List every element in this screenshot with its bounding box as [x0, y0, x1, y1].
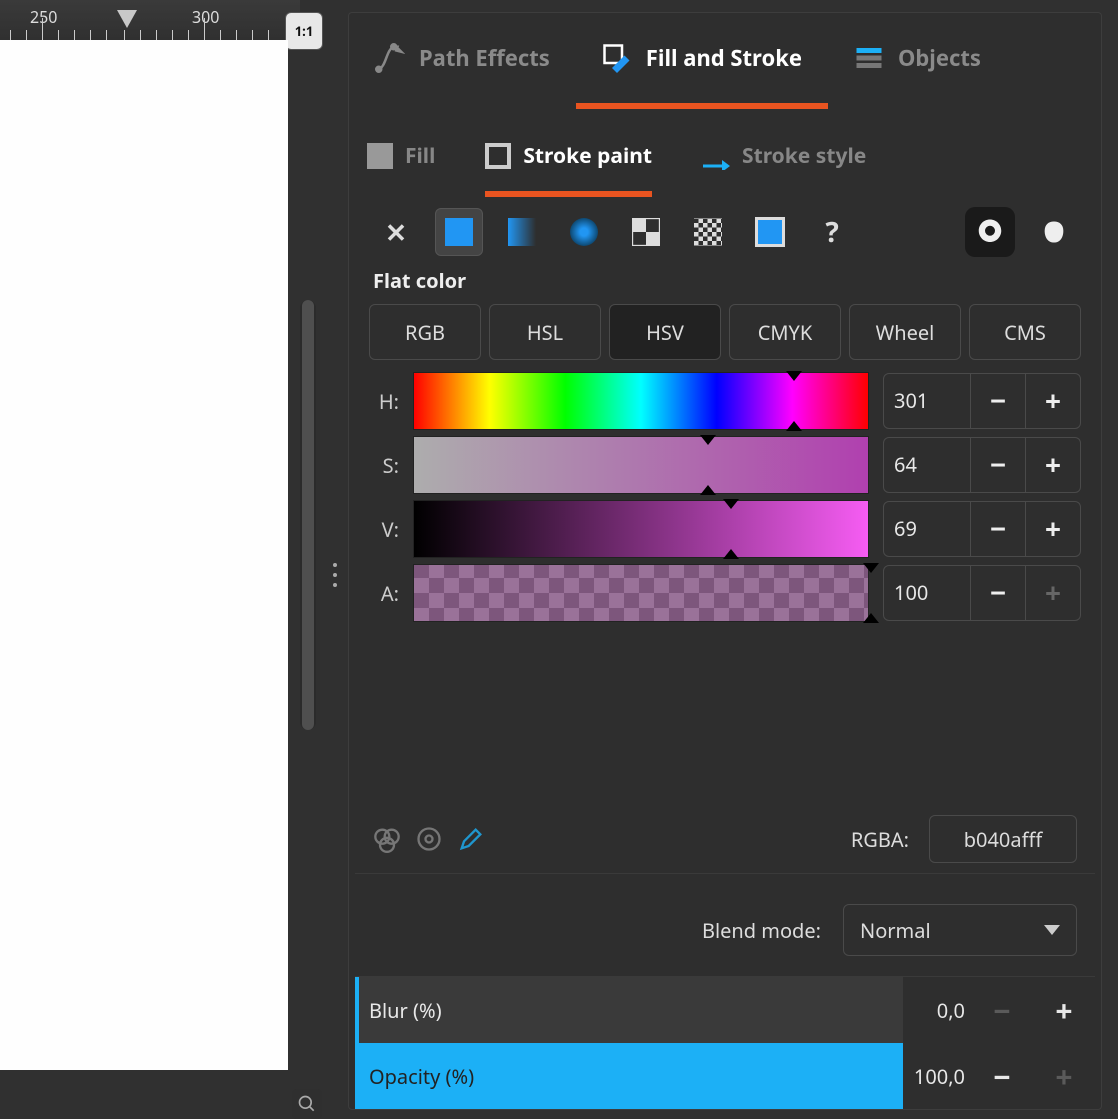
- fill-swatch-icon: [367, 143, 393, 169]
- v-slider[interactable]: [413, 500, 869, 558]
- hole-evenodd-button[interactable]: [965, 207, 1015, 257]
- out-of-gamut-icon[interactable]: [415, 825, 443, 853]
- checker-icon: [694, 218, 722, 246]
- opacity-label: Opacity (%): [369, 1063, 474, 1090]
- zoom-1to1-button[interactable]: 1:1: [285, 12, 323, 50]
- tab-path-effects-label: Path Effects: [419, 43, 550, 73]
- v-value[interactable]: 69: [884, 502, 970, 554]
- paint-checker-button[interactable]: [685, 209, 731, 255]
- eyedropper-icon[interactable]: [457, 825, 485, 853]
- s-label: S:: [369, 452, 399, 479]
- flat-color-heading: Flat color: [355, 263, 1095, 304]
- vertical-scrollbar-thumb[interactable]: [302, 300, 314, 730]
- blur-plus-button[interactable]: +: [1033, 977, 1095, 1043]
- blend-mode-select[interactable]: Normal: [843, 904, 1077, 956]
- opacity-plus-button[interactable]: +: [1033, 1043, 1095, 1109]
- panel-grip-handle[interactable]: [325, 555, 345, 595]
- v-label: V:: [369, 516, 399, 543]
- swatch-outline-icon: [755, 217, 785, 247]
- pattern-icon: [632, 218, 660, 246]
- blend-mode-label: Blend mode:: [702, 917, 821, 944]
- linear-gradient-icon: [508, 218, 536, 246]
- question-icon: ?: [825, 213, 838, 251]
- subtab-fill-label: Fill: [405, 142, 435, 170]
- tab-path-effects[interactable]: Path Effects: [349, 13, 576, 109]
- paint-swatch-button[interactable]: [747, 209, 793, 255]
- flat-color-icon: [445, 218, 473, 246]
- subtab-stroke-style-label: Stroke style: [742, 142, 866, 170]
- s-slider[interactable]: [413, 436, 869, 494]
- h-slider[interactable]: [413, 372, 869, 430]
- ruler-horizontal[interactable]: 250 300: [0, 0, 300, 40]
- magnifier-icon[interactable]: [292, 1089, 322, 1119]
- tab-objects-label: Objects: [898, 43, 981, 73]
- canvas-page[interactable]: [0, 40, 288, 1070]
- model-cmyk-tab[interactable]: CMYK: [729, 304, 841, 360]
- ruler-mark-250: 250: [30, 6, 57, 28]
- fill-stroke-icon: [602, 43, 632, 73]
- zoom-1to1-label: 1:1: [295, 22, 314, 40]
- tab-fill-and-stroke[interactable]: Fill and Stroke: [576, 13, 828, 109]
- v-plus-button[interactable]: +: [1025, 502, 1080, 556]
- model-cms-tab[interactable]: CMS: [969, 304, 1081, 360]
- opacity-minus-button[interactable]: −: [971, 1043, 1033, 1109]
- blur-value[interactable]: 0,0: [903, 977, 971, 1043]
- subtab-stroke-paint-label: Stroke paint: [523, 142, 652, 170]
- paint-unknown-button[interactable]: ?: [809, 209, 855, 255]
- subtab-stroke-style[interactable]: Stroke style: [702, 127, 866, 197]
- stroke-swatch-icon: [485, 143, 511, 169]
- h-plus-button[interactable]: +: [1025, 374, 1080, 428]
- subtab-stroke-paint[interactable]: Stroke paint: [485, 127, 652, 197]
- hole-icon: [975, 217, 1005, 247]
- color-managed-icon[interactable]: [373, 825, 401, 853]
- opacity-slider[interactable]: Opacity (%): [355, 1043, 903, 1109]
- s-value[interactable]: 64: [884, 438, 970, 490]
- x-icon: ✕: [385, 214, 407, 250]
- blob-icon: [1040, 218, 1068, 246]
- h-value[interactable]: 301: [884, 374, 970, 426]
- paint-flat-button[interactable]: [435, 208, 483, 256]
- s-minus-button[interactable]: −: [970, 438, 1025, 492]
- hole-nonzero-button[interactable]: [1031, 209, 1077, 255]
- opacity-value[interactable]: 100,0: [903, 1043, 971, 1109]
- fill-and-stroke-panel: Path Effects Fill and Stroke Objects Fil…: [348, 12, 1102, 1110]
- vertical-scrollbar[interactable]: [300, 300, 316, 730]
- a-value[interactable]: 100: [884, 566, 970, 618]
- h-minus-button[interactable]: −: [970, 374, 1025, 428]
- v-minus-button[interactable]: −: [970, 502, 1025, 556]
- subtab-fill[interactable]: Fill: [367, 127, 435, 197]
- h-label: H:: [369, 388, 399, 415]
- blend-mode-value: Normal: [860, 917, 931, 944]
- a-plus-button[interactable]: +: [1025, 566, 1080, 620]
- blur-label: Blur (%): [369, 997, 442, 1024]
- tab-fill-and-stroke-label: Fill and Stroke: [646, 43, 802, 73]
- paint-none-button[interactable]: ✕: [373, 209, 419, 255]
- rgba-label: RGBA:: [851, 826, 909, 853]
- ruler-cursor-marker: [117, 10, 137, 28]
- s-plus-button[interactable]: +: [1025, 438, 1080, 492]
- model-rgb-tab[interactable]: RGB: [369, 304, 481, 360]
- path-effects-icon: [375, 43, 405, 73]
- stroke-style-icon: [702, 149, 730, 163]
- paint-radial-gradient-button[interactable]: [561, 209, 607, 255]
- a-label: A:: [369, 580, 399, 607]
- blur-slider[interactable]: Blur (%): [355, 977, 903, 1043]
- paint-pattern-button[interactable]: [623, 209, 669, 255]
- tab-objects[interactable]: Objects: [828, 13, 1007, 109]
- model-hsl-tab[interactable]: HSL: [489, 304, 601, 360]
- chevron-down-icon: [1044, 925, 1060, 935]
- ruler-mark-300: 300: [192, 6, 219, 28]
- a-minus-button[interactable]: −: [970, 566, 1025, 620]
- objects-icon: [854, 43, 884, 73]
- model-hsv-tab[interactable]: HSV: [609, 304, 721, 360]
- a-slider[interactable]: [413, 564, 869, 622]
- radial-gradient-icon: [570, 218, 598, 246]
- rgba-input[interactable]: b040afff: [929, 815, 1077, 863]
- paint-linear-gradient-button[interactable]: [499, 209, 545, 255]
- blur-minus-button[interactable]: −: [971, 977, 1033, 1043]
- model-wheel-tab[interactable]: Wheel: [849, 304, 961, 360]
